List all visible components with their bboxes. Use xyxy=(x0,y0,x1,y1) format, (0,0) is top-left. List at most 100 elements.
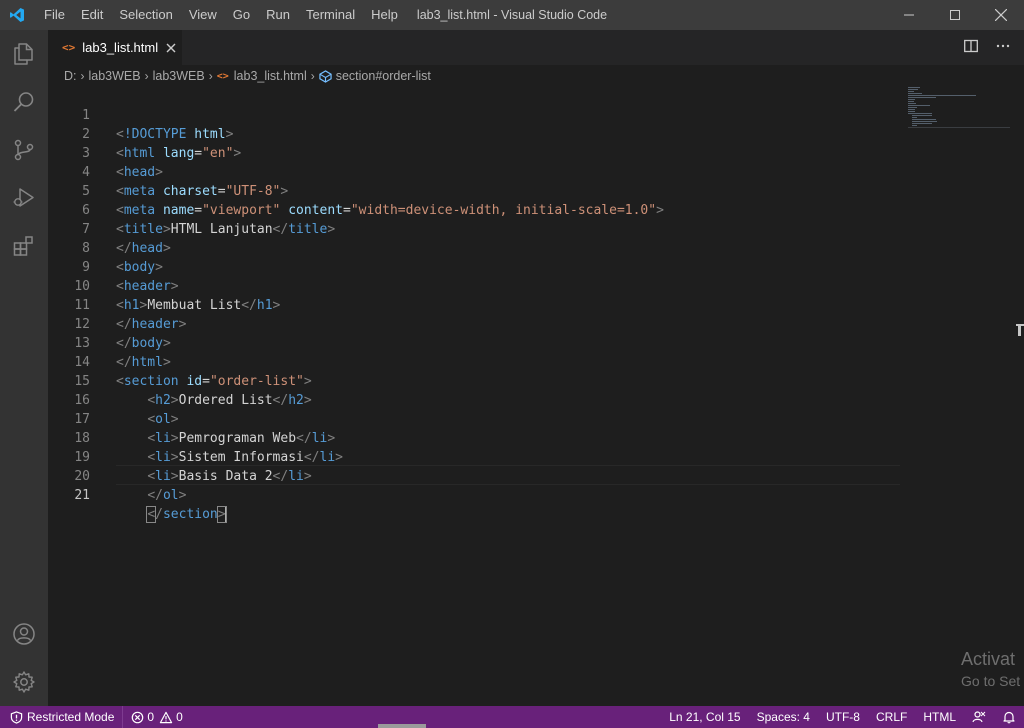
extensions-icon xyxy=(13,236,33,256)
chevron-right-icon: › xyxy=(144,69,149,83)
breadcrumb-symbol[interactable]: section#order-list xyxy=(319,69,431,83)
indentation[interactable]: Spaces: 4 xyxy=(749,706,818,728)
menu-bar: File Edit Selection View Go Run Terminal… xyxy=(34,0,406,30)
menu-file[interactable]: File xyxy=(36,0,73,30)
accounts-button[interactable] xyxy=(0,610,48,658)
activity-bar-bottom xyxy=(0,610,48,706)
close-icon xyxy=(995,9,1007,21)
cursor-position[interactable]: Ln 21, Col 15 xyxy=(661,706,748,728)
ellipsis-icon xyxy=(996,44,1010,48)
breadcrumb: D: › lab3WEB › lab3WEB › <> lab3_list.ht… xyxy=(48,65,1024,87)
taskbar-indicator xyxy=(378,724,426,728)
tab-label: lab3_list.html xyxy=(82,40,159,55)
search-icon xyxy=(13,92,34,112)
vscode-logo-icon xyxy=(0,0,34,30)
activation-watermark-hint: Go to Set xyxy=(961,673,1021,689)
problems-indicator[interactable]: 0 0 xyxy=(123,706,190,728)
close-icon xyxy=(166,43,176,52)
shield-icon xyxy=(10,710,23,724)
code-line: 8 <body> xyxy=(48,220,908,275)
code-line: 2 <html lang="en"> xyxy=(48,106,908,161)
warning-icon xyxy=(159,711,173,723)
source-control-button[interactable] xyxy=(0,126,48,174)
code-line: 20 </ol> xyxy=(48,448,908,503)
code-line: 7 </head> xyxy=(48,201,908,256)
feedback-button[interactable] xyxy=(964,706,994,728)
breadcrumb-drive[interactable]: D: xyxy=(64,69,77,83)
code-editor[interactable]: 1 <!DOCTYPE html> 2 <html lang="en"> 3 <… xyxy=(48,87,1024,706)
source-control-icon xyxy=(14,139,34,161)
breadcrumb-folder-2[interactable]: lab3WEB xyxy=(153,69,205,83)
end-of-line[interactable]: CRLF xyxy=(868,706,915,728)
menu-view[interactable]: View xyxy=(181,0,225,30)
maximize-button[interactable] xyxy=(932,0,978,30)
code-text: </section> xyxy=(146,506,227,523)
code-line: 18 <li>Sistem Informasi</li> xyxy=(48,410,908,465)
status-bar-right: Ln 21, Col 15 Spaces: 4 UTF-8 CRLF HTML xyxy=(661,706,1024,728)
chevron-right-icon: › xyxy=(80,69,85,83)
minimize-icon xyxy=(904,14,914,16)
code-line: 9 <header> xyxy=(48,239,908,294)
code-line: 17 <li>Pemrograman Web</li> xyxy=(48,391,908,446)
code-line: 15 <h2>Ordered List</h2> xyxy=(48,353,908,408)
feedback-icon xyxy=(972,711,986,723)
menu-edit[interactable]: Edit xyxy=(73,0,111,30)
code-line: 11 </header> xyxy=(48,277,908,332)
activity-bar xyxy=(0,30,48,706)
run-debug-icon xyxy=(13,188,34,207)
menu-help[interactable]: Help xyxy=(363,0,406,30)
title-bar: File Edit Selection View Go Run Terminal… xyxy=(0,0,1024,30)
search-button[interactable] xyxy=(0,78,48,126)
code-line: 3 <head> xyxy=(48,125,908,180)
chevron-right-icon: › xyxy=(208,69,213,83)
restricted-mode-label: Restricted Mode xyxy=(27,710,115,724)
overview-ruler-cursor xyxy=(1010,321,1024,336)
symbol-field-icon xyxy=(319,69,332,83)
menu-go[interactable]: Go xyxy=(225,0,258,30)
run-debug-button[interactable] xyxy=(0,174,48,222)
manage-button[interactable] xyxy=(0,658,48,706)
html-file-icon: <> xyxy=(62,41,76,54)
restricted-mode-indicator[interactable]: Restricted Mode xyxy=(0,706,124,728)
code-line-active: 21 </section> xyxy=(48,467,908,523)
minimize-button[interactable] xyxy=(886,0,932,30)
bell-icon xyxy=(1003,711,1015,724)
chevron-right-icon: › xyxy=(310,69,315,83)
code-line: 5 <meta name="viewport" content="width=d… xyxy=(48,163,908,218)
close-window-button[interactable] xyxy=(978,0,1024,30)
code-line: 13 </html> xyxy=(48,315,908,370)
tab-lab3-list-html[interactable]: <> lab3_list.html xyxy=(48,30,182,65)
code-text: </ol> xyxy=(147,488,187,503)
tab-bar: <> lab3_list.html xyxy=(48,30,1024,65)
split-editor-icon xyxy=(964,39,978,53)
minimap[interactable] xyxy=(908,87,1010,147)
menu-terminal[interactable]: Terminal xyxy=(298,0,363,30)
code-line: 12 </body> xyxy=(48,296,908,351)
code-line: 10 <h1>Membuat List</h1> xyxy=(48,258,908,313)
split-editor-button[interactable] xyxy=(964,38,978,57)
files-icon xyxy=(14,43,33,65)
code-line: 14 <section id="order-list"> xyxy=(48,334,908,389)
warning-count: 0 xyxy=(176,710,183,724)
more-actions-button[interactable] xyxy=(996,38,1010,57)
extensions-button[interactable] xyxy=(0,222,48,270)
breadcrumb-file-label: lab3_list.html xyxy=(233,69,307,83)
explorer-button[interactable] xyxy=(0,30,48,78)
account-icon xyxy=(13,623,35,645)
error-count: 0 xyxy=(147,710,155,724)
html-file-icon: <> xyxy=(216,70,229,82)
close-tab-button[interactable] xyxy=(166,39,176,57)
code-line: 1 <!DOCTYPE html> xyxy=(48,87,908,142)
code-line: 4 <meta charset="UTF-8"> xyxy=(48,144,908,199)
menu-run[interactable]: Run xyxy=(258,0,298,30)
code-line: 19 <li>Basis Data 2</li> xyxy=(48,429,908,484)
activation-watermark: Activat xyxy=(961,649,1016,669)
encoding[interactable]: UTF-8 xyxy=(818,706,868,728)
menu-selection[interactable]: Selection xyxy=(111,0,180,30)
breadcrumb-folder-1[interactable]: lab3WEB xyxy=(89,69,141,83)
notifications-button[interactable] xyxy=(994,706,1024,728)
breadcrumb-file[interactable]: <> lab3_list.html xyxy=(217,69,307,83)
maximize-icon xyxy=(950,10,960,20)
language-mode[interactable]: HTML xyxy=(915,706,964,728)
editor-actions xyxy=(964,30,1010,65)
